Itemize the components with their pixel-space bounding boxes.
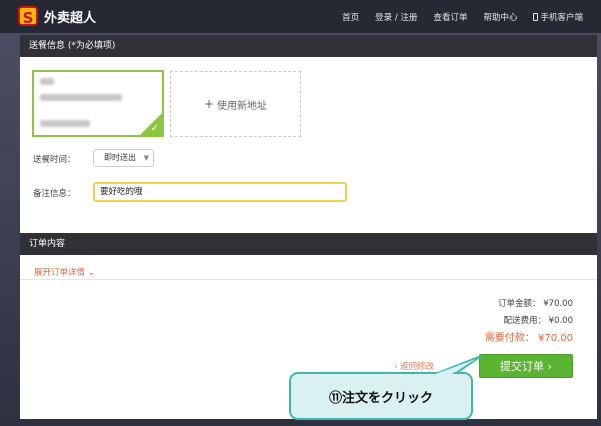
order-total-label: 订单金额： [498, 299, 541, 309]
divider [20, 279, 597, 280]
submit-order-label: 提交订单 [500, 360, 545, 373]
amount-due-row: 需要付款： ¥70.00 [485, 329, 573, 344]
address-phone-redacted [40, 120, 90, 127]
back-link-label: 返回修改 [400, 362, 435, 372]
amount-due-value: ¥70.00 [538, 333, 573, 344]
selected-address-card[interactable]: ✓ [32, 70, 164, 137]
order-total-value: ¥70.00 [543, 299, 573, 309]
delivery-time-label: 送餐时间： [33, 155, 76, 165]
top-navigation-bar: S 外卖超人 首页 登录 / 注册 查看订单 帮助中心 手机客户端 [0, 0, 601, 33]
delivery-fee-value: ¥0.00 [548, 316, 573, 326]
address-line-redacted [40, 94, 122, 101]
plus-icon: + [203, 97, 215, 111]
brand-name: 外卖超人 [44, 10, 97, 26]
checkout-panel: 送餐信息 (*为必填项) ✓ + 使用新地址 送餐时间： 即时送出 ▼ 备注信息… [20, 35, 597, 419]
nav-help-center[interactable]: 帮助中心 [483, 11, 517, 23]
chevron-down-icon: ▼ [143, 154, 149, 162]
main-nav: 首页 登录 / 注册 查看订单 帮助中心 手机客户端 [326, 11, 583, 23]
delivery-time-value: 即时送出 [104, 153, 136, 162]
check-icon: ✓ [150, 123, 159, 134]
site-logo[interactable]: S 外卖超人 [18, 6, 97, 27]
instruction-callout: ⑪注文をクリック [289, 372, 473, 420]
order-section-title: 订单内容 [20, 233, 597, 255]
address-name-redacted [40, 78, 54, 85]
back-to-modify-link[interactable]: ‹ 返回修改 [394, 360, 434, 372]
mobile-client-label: 手机客户端 [540, 13, 583, 23]
order-total-row: 订单金额： ¥70.00 [498, 297, 573, 309]
nav-view-orders[interactable]: 查看订单 [433, 11, 467, 23]
nav-login-register[interactable]: 登录 / 注册 [375, 11, 417, 23]
logo-icon: S [18, 6, 38, 27]
delivery-time-select[interactable]: 即时送出 ▼ [93, 149, 154, 167]
delivery-section-title: 送餐信息 (*为必填项) [20, 35, 597, 57]
nav-home[interactable]: 首页 [342, 11, 359, 23]
delivery-fee-row: 配送费用： ¥0.00 [503, 314, 573, 326]
note-label: 备注信息： [33, 189, 76, 199]
phone-icon [533, 13, 539, 21]
amount-due-label: 需要付款： [484, 333, 535, 344]
delivery-fee-label: 配送费用： [503, 316, 546, 326]
callout-text: ⑪注文をクリック [328, 390, 433, 406]
chevron-right-icon: › [547, 360, 552, 373]
expand-order-details-link[interactable]: 展开订单详情 ⌄ [34, 266, 95, 278]
expand-label: 展开订单详情 [34, 268, 86, 278]
add-new-address-button[interactable]: + 使用新地址 [170, 71, 301, 137]
submit-order-button[interactable]: 提交订单 › [479, 354, 573, 378]
note-input[interactable]: 要好吃的哦 [93, 182, 347, 202]
nav-mobile-client[interactable]: 手机客户端 [533, 11, 583, 23]
add-address-label: 使用新地址 [217, 100, 268, 112]
chevron-down-icon: ⌄ [87, 268, 95, 278]
